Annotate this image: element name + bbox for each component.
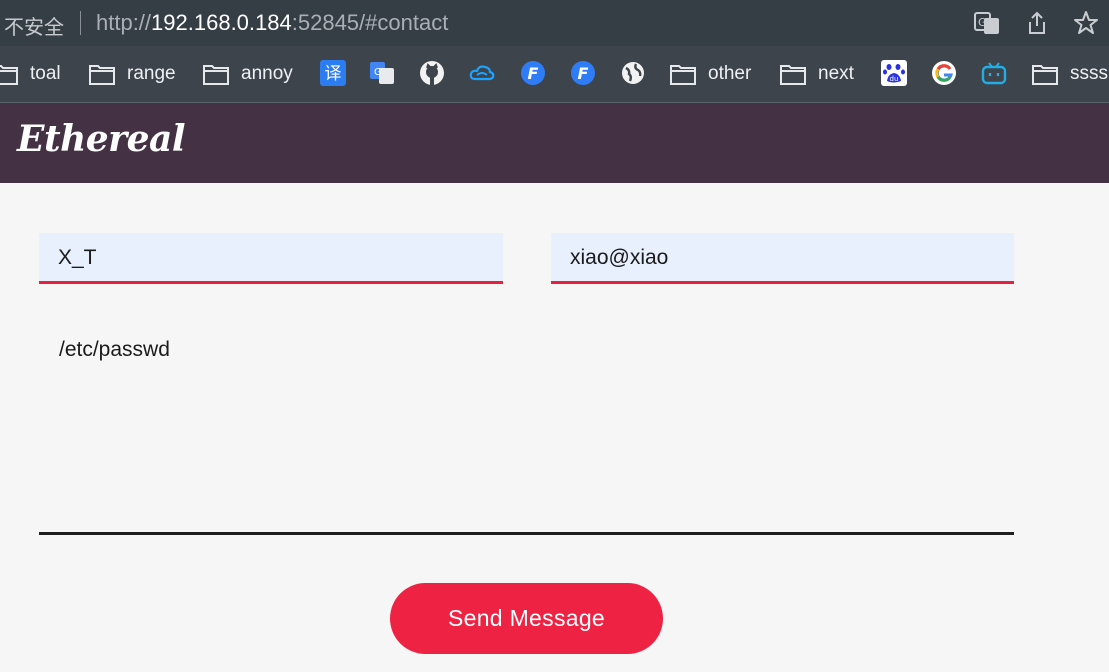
bookmark-folder-toal[interactable]: toal	[0, 60, 61, 88]
bookmark-label: range	[127, 63, 176, 84]
site-header: Ethereal	[0, 103, 1109, 183]
fofa-icon[interactable]: F	[520, 60, 546, 86]
baidu-icon[interactable]: du	[881, 60, 907, 86]
folder-icon	[203, 65, 229, 85]
folder-icon	[0, 65, 18, 85]
send-message-button[interactable]: Send Message	[390, 583, 663, 654]
cloud-icon[interactable]	[469, 60, 495, 86]
bookmark-label: toal	[30, 63, 61, 84]
bookmark-label: ssss	[1070, 63, 1108, 84]
svg-text:G: G	[978, 16, 987, 29]
google-translate-icon[interactable]: G	[369, 60, 395, 86]
folder-icon	[780, 65, 806, 85]
globe-icon[interactable]	[620, 60, 646, 86]
name-value: X_T	[58, 246, 97, 269]
bookmark-folder-ssss[interactable]: ssss	[1032, 60, 1108, 88]
translate-page-icon[interactable]: G	[974, 10, 1000, 36]
bookmark-label: annoy	[241, 63, 293, 84]
url-host: 192.168.0.184	[151, 10, 292, 35]
site-logo[interactable]: Ethereal	[17, 118, 186, 160]
svg-text:du: du	[890, 75, 899, 83]
name-input[interactable]: X_T	[39, 233, 503, 284]
bookmark-label: next	[818, 63, 854, 84]
svg-text:G: G	[374, 67, 382, 78]
folder-icon	[89, 65, 115, 85]
bookmark-star-icon[interactable]	[1073, 10, 1099, 36]
fofa-icon[interactable]: F	[570, 60, 596, 86]
bookmark-folder-range[interactable]: range	[89, 60, 176, 88]
url-path: :52845/#contact	[291, 10, 449, 35]
share-icon[interactable]	[1024, 10, 1050, 36]
address-separator	[80, 11, 81, 35]
translate-icon[interactable]: 译	[320, 60, 346, 86]
fofa-glyph: F	[578, 64, 589, 83]
email-value: xiao@xiao	[570, 246, 669, 269]
send-message-label: Send Message	[447, 605, 606, 631]
url-scheme: http://	[96, 10, 152, 35]
google-icon[interactable]	[931, 60, 957, 86]
message-textarea[interactable]: /etc/passwd	[39, 320, 1014, 535]
github-icon[interactable]	[419, 60, 445, 86]
security-label[interactable]: 不安全	[4, 11, 64, 40]
browser-address-bar: 不安全 http://192.168.0.184:52845/#contact …	[0, 0, 1109, 46]
folder-icon	[670, 65, 696, 85]
bilibili-icon[interactable]	[981, 60, 1007, 86]
bookmark-folder-next[interactable]: next	[780, 60, 854, 88]
bookmark-folder-annoy[interactable]: annoy	[203, 60, 293, 88]
bookmark-folder-other[interactable]: other	[670, 60, 751, 88]
translate-glyph: 译	[325, 64, 342, 84]
fofa-glyph: F	[528, 64, 539, 83]
bookmark-label: other	[708, 63, 752, 84]
url-field[interactable]: http://192.168.0.184:52845/#contact	[96, 10, 448, 36]
folder-icon	[1032, 65, 1058, 85]
email-input[interactable]: xiao@xiao	[551, 233, 1014, 284]
message-value: /etc/passwd	[59, 338, 170, 361]
